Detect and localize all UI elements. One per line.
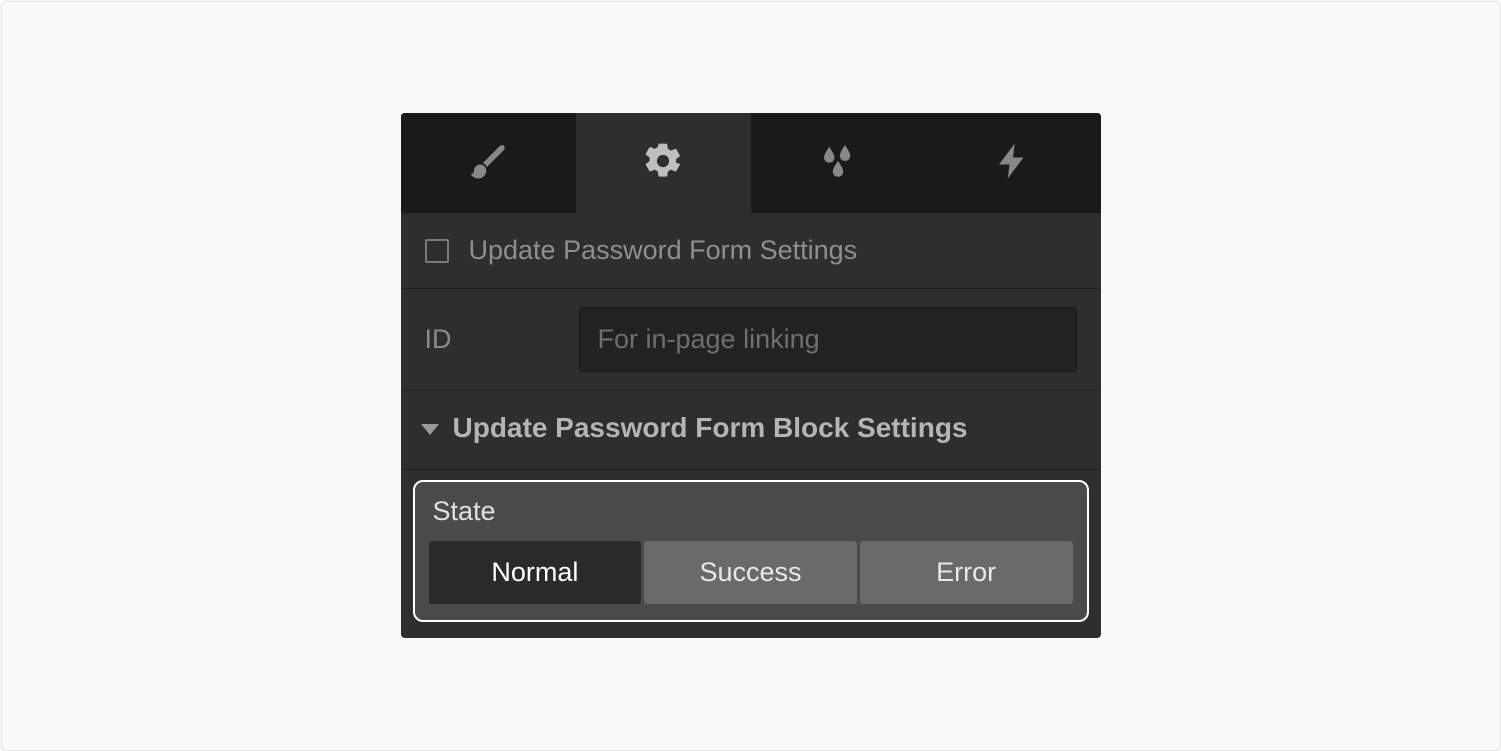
- element-checkbox[interactable]: [425, 239, 449, 263]
- element-title-row: Update Password Form Settings: [401, 213, 1101, 289]
- droplets-icon: [817, 140, 859, 187]
- id-field-row: ID: [401, 289, 1101, 391]
- settings-panel: Update Password Form Settings ID Update …: [401, 113, 1101, 638]
- id-label: ID: [425, 324, 555, 355]
- state-group: State Normal Success Error: [413, 480, 1089, 622]
- bolt-icon: [992, 140, 1034, 187]
- tab-settings[interactable]: [576, 113, 751, 213]
- tab-interactions[interactable]: [926, 113, 1101, 213]
- tab-style[interactable]: [401, 113, 576, 213]
- state-option-normal[interactable]: Normal: [429, 541, 642, 604]
- element-title: Update Password Form Settings: [469, 235, 858, 266]
- state-segmented-control: Normal Success Error: [429, 541, 1073, 604]
- tab-effects[interactable]: [751, 113, 926, 213]
- section-title: Update Password Form Block Settings: [453, 409, 968, 447]
- caret-down-icon: [421, 424, 439, 435]
- state-option-error[interactable]: Error: [860, 541, 1073, 604]
- brush-icon: [467, 140, 509, 187]
- gear-icon: [642, 140, 684, 187]
- panel-tabs: [401, 113, 1101, 213]
- state-option-success[interactable]: Success: [644, 541, 857, 604]
- state-label: State: [429, 496, 1073, 527]
- section-header[interactable]: Update Password Form Block Settings: [401, 391, 1101, 470]
- page-frame: Update Password Form Settings ID Update …: [1, 1, 1501, 751]
- id-input[interactable]: [579, 307, 1077, 372]
